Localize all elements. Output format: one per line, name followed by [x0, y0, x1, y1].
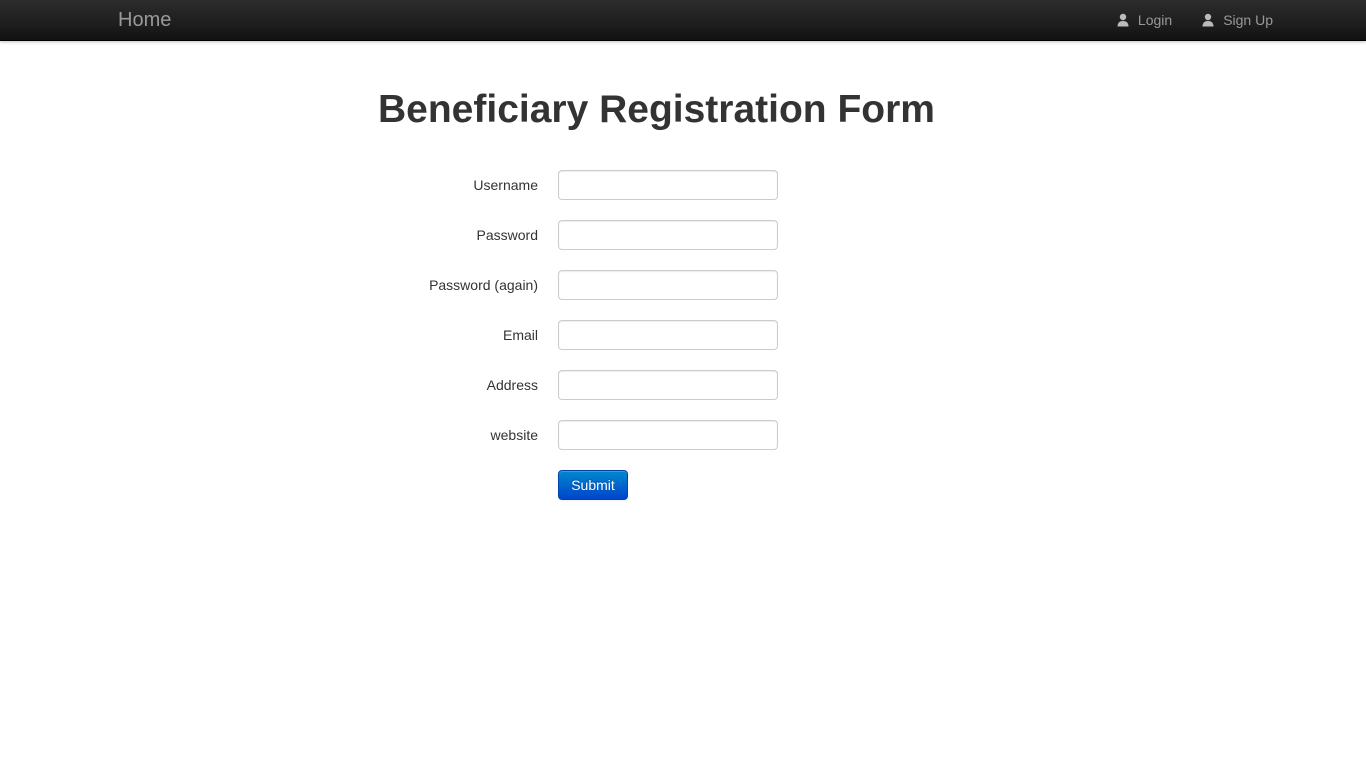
address-label: Address [486, 377, 538, 393]
address-row: Address [0, 370, 1366, 400]
password-row: Password [0, 220, 1366, 250]
password-input[interactable] [558, 220, 778, 250]
home-link[interactable]: Home [118, 9, 171, 31]
website-label: website [490, 427, 538, 443]
page-title: Beneficiary Registration Form [378, 88, 935, 131]
login-link[interactable]: Login [1117, 12, 1172, 28]
website-row: website [0, 420, 1366, 450]
username-label: Username [473, 177, 538, 193]
login-label: Login [1137, 12, 1173, 28]
email-row: Email [0, 320, 1366, 350]
password-label: Password [476, 227, 538, 243]
sign-up-link[interactable]: Sign Up [1202, 12, 1273, 28]
password-again-label: Password (again) [429, 277, 538, 293]
submit-button[interactable]: Submit [558, 470, 628, 500]
password-again-row: Password (again) [0, 270, 1366, 300]
username-input[interactable] [558, 170, 778, 200]
user-icon [1117, 13, 1129, 27]
nav-right-menu: Login Sign Up [1087, 0, 1273, 40]
user-icon [1202, 13, 1214, 27]
address-input[interactable] [558, 370, 778, 400]
password-again-input[interactable] [558, 270, 778, 300]
email-label: Email [502, 327, 538, 343]
sign-up-label: Sign Up [1223, 12, 1273, 28]
website-input[interactable] [558, 420, 778, 450]
email-input[interactable] [558, 320, 778, 350]
username-row: Username [0, 170, 1366, 200]
top-navbar: Home Login Sign Up [0, 0, 1366, 41]
